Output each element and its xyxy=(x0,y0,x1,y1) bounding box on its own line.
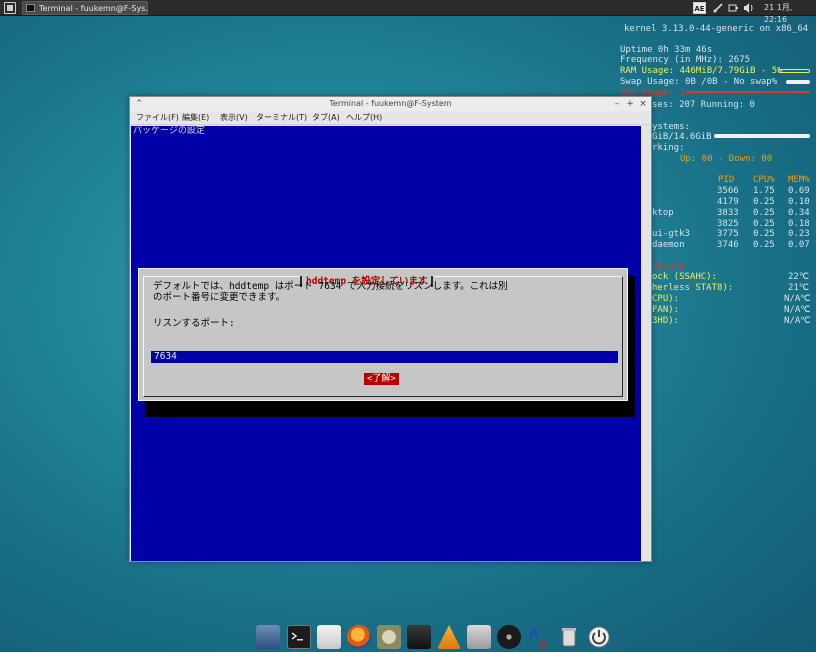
conky-temp-header: rature xyxy=(652,262,685,272)
taskbar-terminal-button[interactable]: Terminal - fuukemn@F-Sys... xyxy=(22,1,148,15)
image-viewer-icon[interactable] xyxy=(377,625,401,649)
audio-mixer-icon[interactable] xyxy=(467,625,491,649)
conky-proc-header-cpu: CPU% xyxy=(753,175,775,185)
conky-proc-name: ui-gtk3 xyxy=(652,229,690,239)
dialog-prompt: リスンするポート: xyxy=(153,318,235,329)
conky-processes: ses: 207 Running: 0 xyxy=(652,100,755,110)
terminal-menubar: ファイル(F) 編集(E) 表示(V) ターミナル(T) タブ(A) ヘルプ(H… xyxy=(130,111,651,125)
conky-temp-value: 22℃ xyxy=(788,272,809,282)
keyboard-layout-indicator[interactable]: AE xyxy=(693,2,706,14)
conky-frequency: Frequency (in MHz): 2675 xyxy=(620,55,751,65)
terminal-title: Terminal - fuukemn@F-System xyxy=(329,99,452,108)
close-icon[interactable]: × xyxy=(638,98,648,110)
power-icon[interactable] xyxy=(727,2,739,14)
volume-icon[interactable] xyxy=(743,2,755,14)
hddtemp-config-dialog: hddtemp を設定しています デフォルトでは、hddtemp はポート 76… xyxy=(138,268,628,401)
files-icon[interactable] xyxy=(256,625,280,649)
menu-terminal[interactable]: ターミナル(T) xyxy=(256,111,307,125)
conky-proc-pid: 4179 xyxy=(717,197,739,207)
conky-kernel: kernel 3.13.0-44-generic on x86_64 xyxy=(624,24,809,34)
conky-temp-label: CPU): xyxy=(652,294,680,304)
conky-proc-mem: 0.69 xyxy=(788,186,810,196)
terminal-titlebar[interactable]: ⌃ Terminal - fuukemn@F-System – + × xyxy=(130,97,651,111)
disc-icon[interactable] xyxy=(497,625,521,649)
conky-proc-cpu: 0.25 xyxy=(753,197,775,207)
menu-view[interactable]: 表示(V) xyxy=(220,111,248,125)
firefox-icon[interactable] xyxy=(347,625,371,649)
conky-temp-value: N/A℃ xyxy=(784,294,811,304)
conky-swap: Swap Usage: 0B /0B - No swap% xyxy=(620,77,778,87)
conky-proc-mem: 0.18 xyxy=(788,219,810,229)
conky-proc-pid: 3746 xyxy=(717,240,739,250)
clock[interactable]: 21 1月, 22:16 xyxy=(764,2,816,24)
ok-button[interactable]: <了解> xyxy=(364,373,399,385)
dialog-text-line: デフォルトでは、hddtemp はポート 7634 で入力接続をリスンします。こ… xyxy=(153,281,508,292)
conky-proc-name: ktop xyxy=(652,208,674,218)
conky-proc-cpu: 0.25 xyxy=(753,208,775,218)
conky-temp-label: ock (SSAHC): xyxy=(652,272,718,282)
minimize-icon[interactable]: – xyxy=(612,98,622,110)
svg-text:a: a xyxy=(539,636,546,649)
dialog-text-line: のポート番号に変更できます。 xyxy=(153,292,286,303)
conky-disk-bar xyxy=(714,134,810,138)
svg-text:A: A xyxy=(529,626,539,642)
conky-temp-label: FAN): xyxy=(652,305,680,315)
conky-proc-cpu: 1.75 xyxy=(753,186,775,196)
conky-temp-label: 3HD): xyxy=(652,316,680,326)
conky-disk: GiB/14.6GiB xyxy=(652,132,712,142)
conky-swap-bar xyxy=(786,80,810,84)
conky-proc-pid: 3833 xyxy=(717,208,739,218)
conky-proc-pid: 3825 xyxy=(717,219,739,229)
conky-proc-pid: 3775 xyxy=(717,229,739,239)
applications-menu-icon[interactable] xyxy=(4,2,16,14)
trash-icon[interactable] xyxy=(557,625,581,649)
terminal-icon[interactable] xyxy=(287,625,311,649)
top-panel: Terminal - fuukemn@F-Sys... AE 21 1月, 22… xyxy=(0,0,816,24)
conky-proc-mem: 0.34 xyxy=(788,208,810,218)
menu-edit[interactable]: 編集(E) xyxy=(182,111,209,125)
terminal-scrollbar[interactable] xyxy=(641,126,651,561)
conky-proc-header-pid: PID xyxy=(718,175,735,185)
conky-proc-cpu: 0.25 xyxy=(753,219,775,229)
conky-network-label: rking: xyxy=(652,143,685,153)
terminal-window[interactable]: ⌃ Terminal - fuukemn@F-System – + × ファイル… xyxy=(129,96,652,562)
conky-temp-value: N/A℃ xyxy=(784,305,811,315)
dialog-frame: hddtemp を設定しています デフォルトでは、hddtemp はポート 76… xyxy=(143,276,623,397)
conky-network: Up: 00 - Down: 00 xyxy=(680,154,773,164)
menu-file[interactable]: ファイル(F) xyxy=(136,111,179,125)
taskbar-terminal-label: Terminal - fuukemn@F-Sys... xyxy=(39,4,148,13)
terminal-icon xyxy=(26,4,35,12)
conky-proc-mem: 0.07 xyxy=(788,240,810,250)
conky-proc-pid: 3566 xyxy=(717,186,739,196)
network-icon[interactable] xyxy=(712,2,724,14)
conky-temp-value: 21℃ xyxy=(788,283,809,293)
conky-proc-cpu: 0.25 xyxy=(753,229,775,239)
conky-proc-mem: 0.23 xyxy=(788,229,810,239)
conky-proc-name: daemon xyxy=(652,240,685,250)
conky-cpu-bar xyxy=(686,91,810,93)
menu-tabs[interactable]: タブ(A) xyxy=(312,111,340,125)
conky-disk-header: ystems: xyxy=(652,122,690,132)
text-editor-icon[interactable] xyxy=(317,625,341,649)
vlc-icon[interactable] xyxy=(437,625,461,649)
conky-uptime: Uptime 0h 33m 46s xyxy=(620,45,713,55)
conky-proc-header-mem: MEM% xyxy=(788,175,810,185)
conky-temp-label: herless STAT8): xyxy=(652,283,734,293)
font-icon[interactable]: Aa xyxy=(527,625,551,650)
conky-proc-mem: 0.10 xyxy=(788,197,810,207)
conky-temp-value: N/A℃ xyxy=(784,316,811,326)
media-player-icon[interactable] xyxy=(407,625,431,649)
maximize-icon[interactable]: + xyxy=(625,98,635,110)
logout-icon[interactable] xyxy=(587,625,611,649)
menu-help[interactable]: ヘルプ(H) xyxy=(346,111,382,125)
dialog-backtitle: パッケージの設定 xyxy=(133,126,205,136)
dock: Aa xyxy=(254,623,610,651)
terminal-screen[interactable]: パッケージの設定 hddtemp を設定しています デフォルトでは、hddtem… xyxy=(131,126,641,561)
port-input[interactable]: 7634 xyxy=(151,351,618,363)
conky-ram-bar xyxy=(778,69,810,73)
conky-ram: RAM Usage: 446MiB/7.79GiB - 5% xyxy=(620,66,783,76)
conky-proc-cpu: 0.25 xyxy=(753,240,775,250)
